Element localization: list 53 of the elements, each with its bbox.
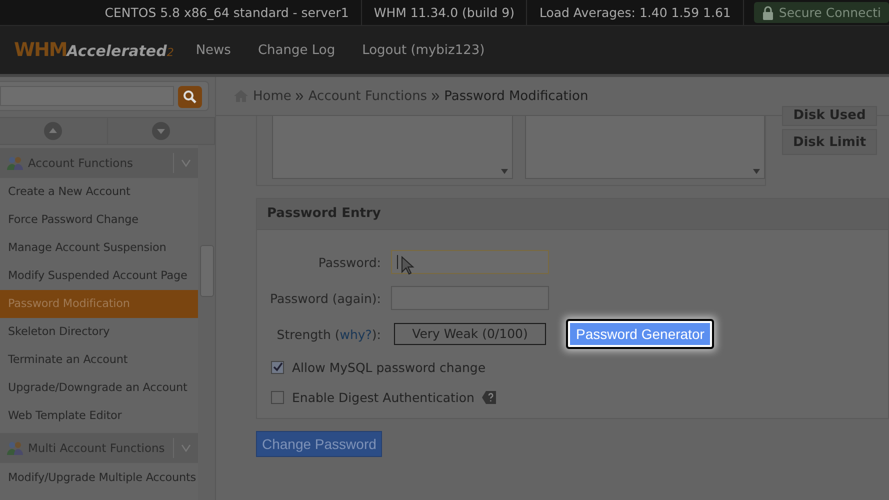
dropdown-arrow-icon: [500, 169, 508, 174]
search-icon: [183, 90, 197, 104]
sort-button[interactable]: Disk Used: [782, 106, 877, 126]
breadcrumb-link[interactable]: Account Functions: [308, 88, 428, 104]
strength-label: Strength (why?):: [276, 326, 381, 342]
server-info-text: WHM 11.34.0 (build 9): [362, 0, 528, 25]
menu-item[interactable]: Web Template Editor: [0, 402, 198, 430]
checkbox[interactable]: [271, 360, 284, 374]
menu-item[interactable]: Manage Account Suspension: [0, 234, 198, 262]
option-label: Allow MySQL password change: [292, 360, 486, 374]
password-field[interactable]: [391, 250, 549, 274]
panel-title: Password Entry: [257, 199, 888, 230]
menu-item[interactable]: Create a New Account: [0, 178, 198, 206]
menu-item[interactable]: Modify Suspended Account Page: [0, 262, 198, 290]
menu-item[interactable]: Upgrade/Downgrade an Account: [0, 374, 198, 402]
mouse-pointer-icon: [401, 256, 415, 276]
field-label: Password:: [317, 254, 381, 270]
server-info-text: Load Averages: 1.40 1.59 1.61: [527, 0, 744, 25]
secure-connection-badge: Secure Connecti: [754, 2, 889, 23]
list-box[interactable]: [524, 116, 765, 179]
option-label: Enable Digest Authentication: [292, 390, 474, 404]
breadcrumb-link[interactable]: Password Modification: [444, 88, 588, 104]
list-box[interactable]: [272, 116, 512, 179]
menu-item[interactable]: Skeleton Directory: [0, 318, 198, 346]
double-chevron-icon: [296, 92, 304, 100]
why-link[interactable]: why?: [340, 326, 372, 342]
menu-item[interactable]: Terminate an Account: [0, 346, 198, 374]
chevron-down-icon: [181, 444, 191, 452]
users-icon: [6, 440, 24, 456]
padlock-icon: [762, 6, 774, 20]
checkmark-icon: [272, 362, 282, 372]
menu-item[interactable]: Force Password Change: [0, 206, 198, 234]
help-tag-icon[interactable]: [482, 390, 496, 404]
password-generator-button[interactable]: Password Generator: [568, 321, 712, 347]
strength-meter: Very Weak (0/100): [394, 323, 546, 345]
sort-button[interactable]: Disk Limit: [782, 129, 877, 155]
users-icon: [6, 155, 24, 171]
double-chevron-icon: [432, 92, 440, 100]
nav-link[interactable]: Logout (mybiz123): [362, 42, 485, 58]
scroll-up-button[interactable]: [0, 118, 108, 144]
scroll-down-button[interactable]: [108, 118, 215, 144]
breadcrumb-link[interactable]: Home: [253, 88, 292, 104]
dropdown-arrow-icon: [753, 169, 760, 174]
checkbox[interactable]: [271, 390, 284, 404]
field-label: Password (again):: [269, 290, 381, 306]
change-password-button[interactable]: Change Password: [256, 431, 382, 457]
menu-item[interactable]: Modify/Upgrade Multiple Accounts: [0, 463, 198, 487]
chevron-down-icon: [181, 159, 191, 167]
menu-item[interactable]: Password Modification: [0, 290, 198, 318]
search-button[interactable]: [178, 86, 202, 108]
server-info-text: CENTOS 5.8 x86_64 standard - server1: [92, 0, 362, 25]
nav-link[interactable]: News: [196, 42, 231, 58]
nav-link[interactable]: Change Log: [258, 42, 336, 58]
